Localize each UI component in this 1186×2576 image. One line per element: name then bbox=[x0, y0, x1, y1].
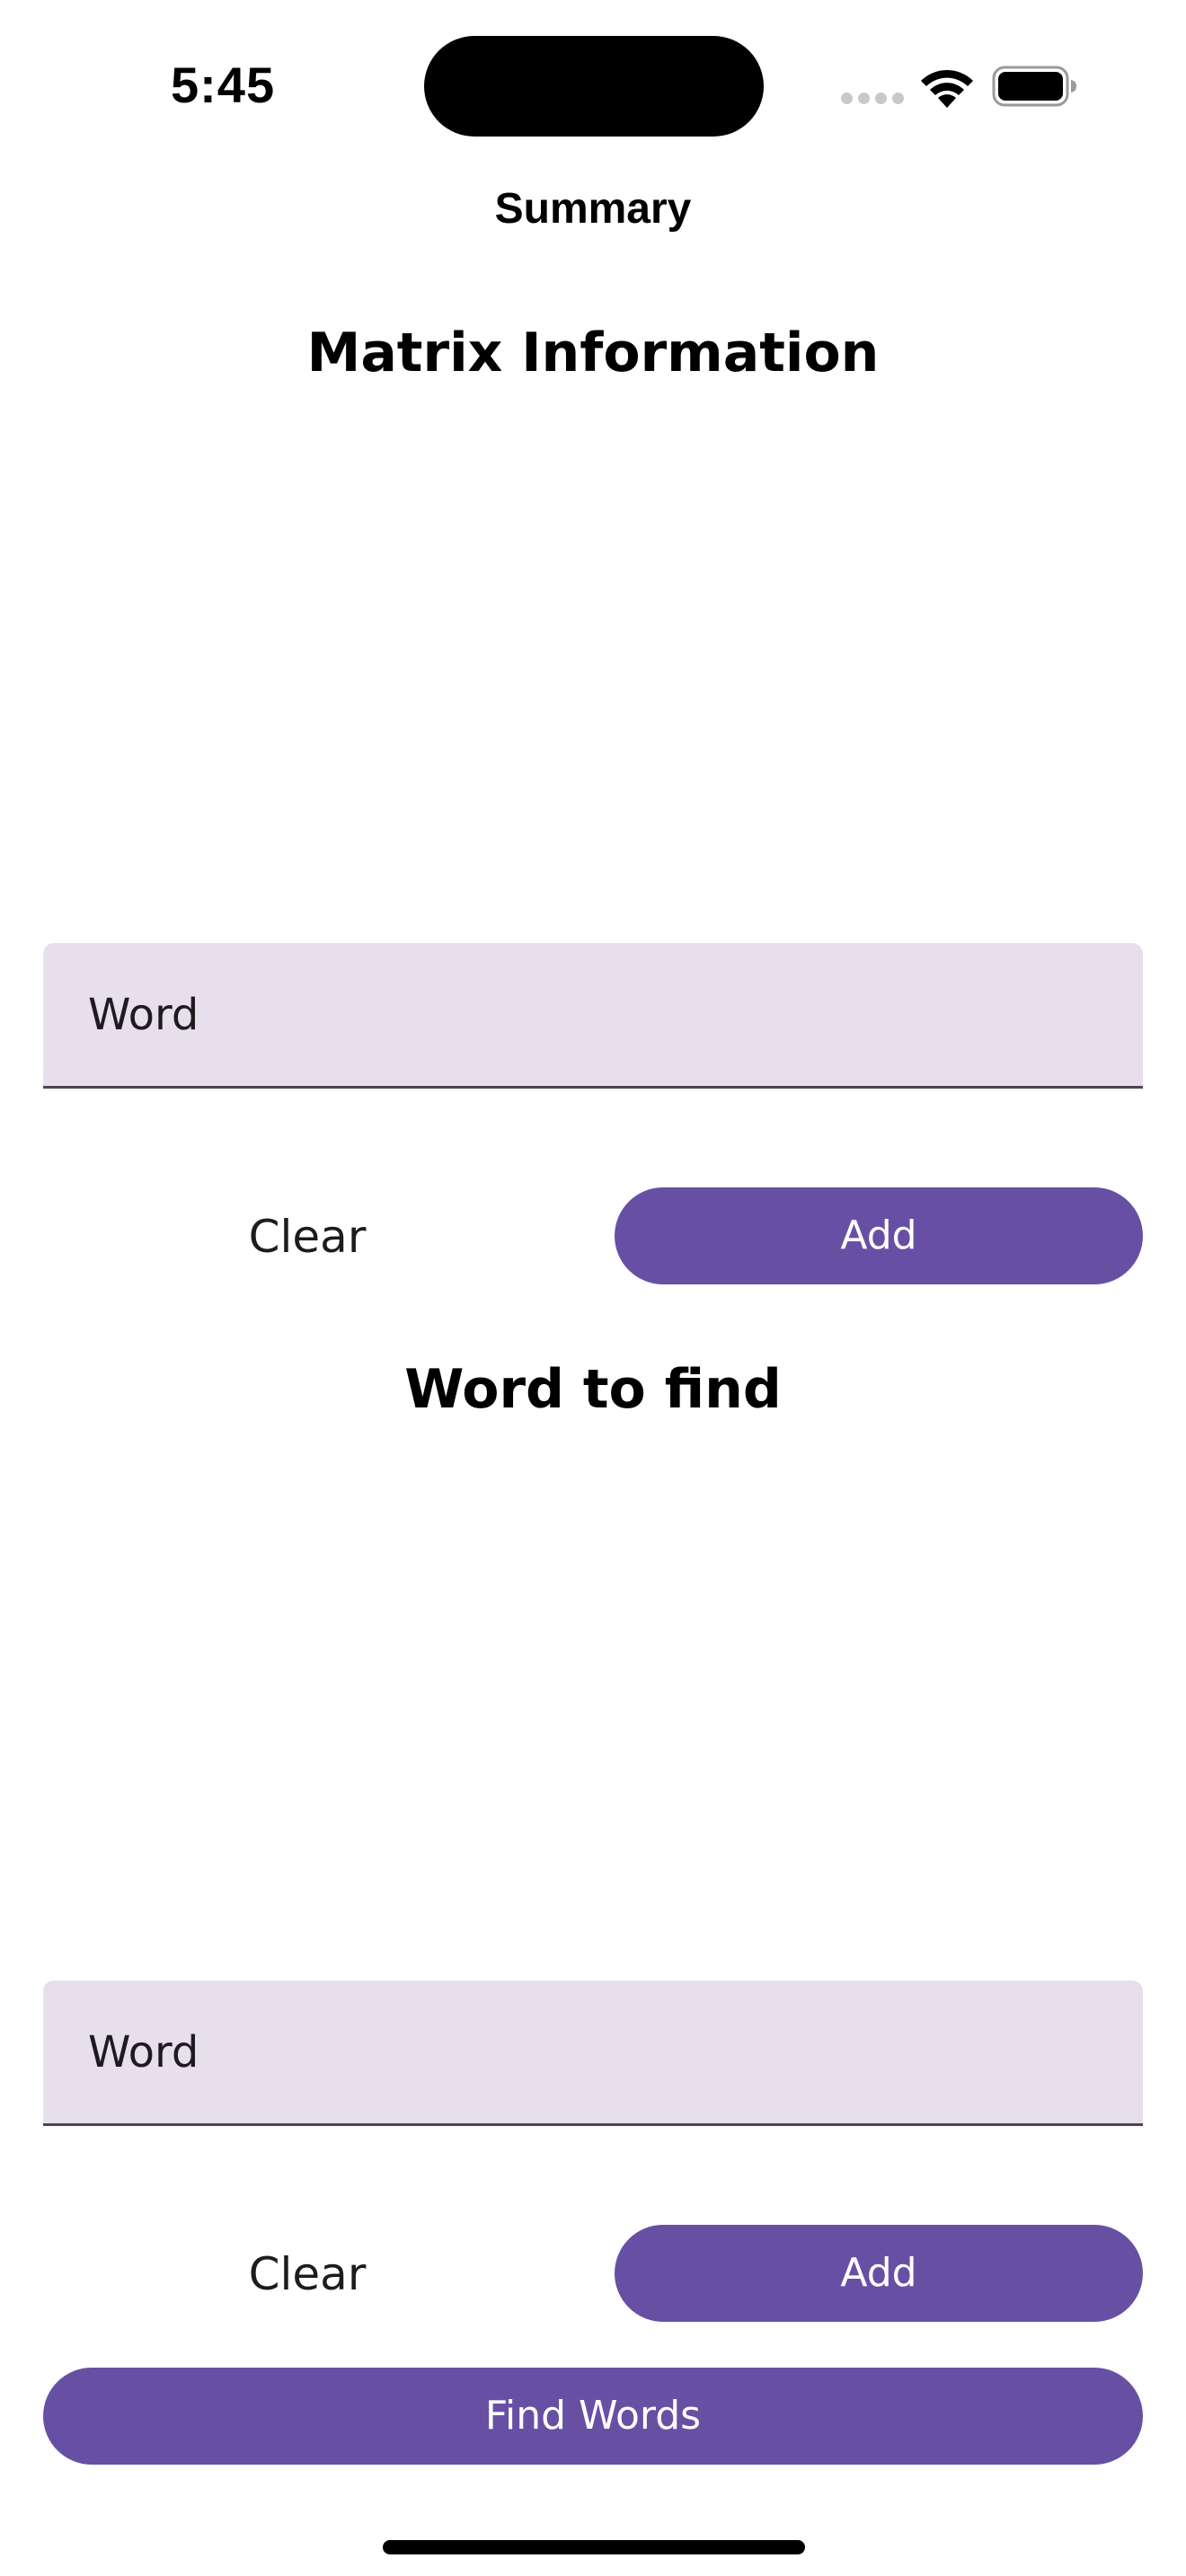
cellular-signal-icon bbox=[841, 93, 904, 105]
word-to-find-heading: Word to find bbox=[404, 1358, 782, 1421]
matrix-word-input[interactable] bbox=[43, 943, 1143, 1086]
find-clear-button[interactable]: Clear bbox=[43, 2225, 571, 2324]
status-bar: 5:45 bbox=[0, 0, 1186, 171]
find-add-button[interactable]: Add bbox=[615, 2225, 1143, 2322]
matrix-information-heading: Matrix Information bbox=[306, 322, 880, 384]
battery-icon bbox=[992, 66, 1076, 107]
home-indicator bbox=[383, 2540, 805, 2554]
find-word-field[interactable] bbox=[43, 1981, 1143, 2126]
matrix-add-button[interactable]: Add bbox=[615, 1187, 1143, 1284]
find-words-button[interactable]: Find Words bbox=[43, 2368, 1143, 2465]
wifi-icon bbox=[921, 69, 973, 108]
matrix-clear-button[interactable]: Clear bbox=[43, 1187, 571, 1286]
status-time: 5:45 bbox=[171, 57, 276, 113]
find-word-input[interactable] bbox=[43, 1981, 1143, 2123]
matrix-word-field[interactable] bbox=[43, 943, 1143, 1089]
dynamic-island bbox=[424, 36, 764, 137]
nav-title: Summary bbox=[494, 185, 692, 233]
